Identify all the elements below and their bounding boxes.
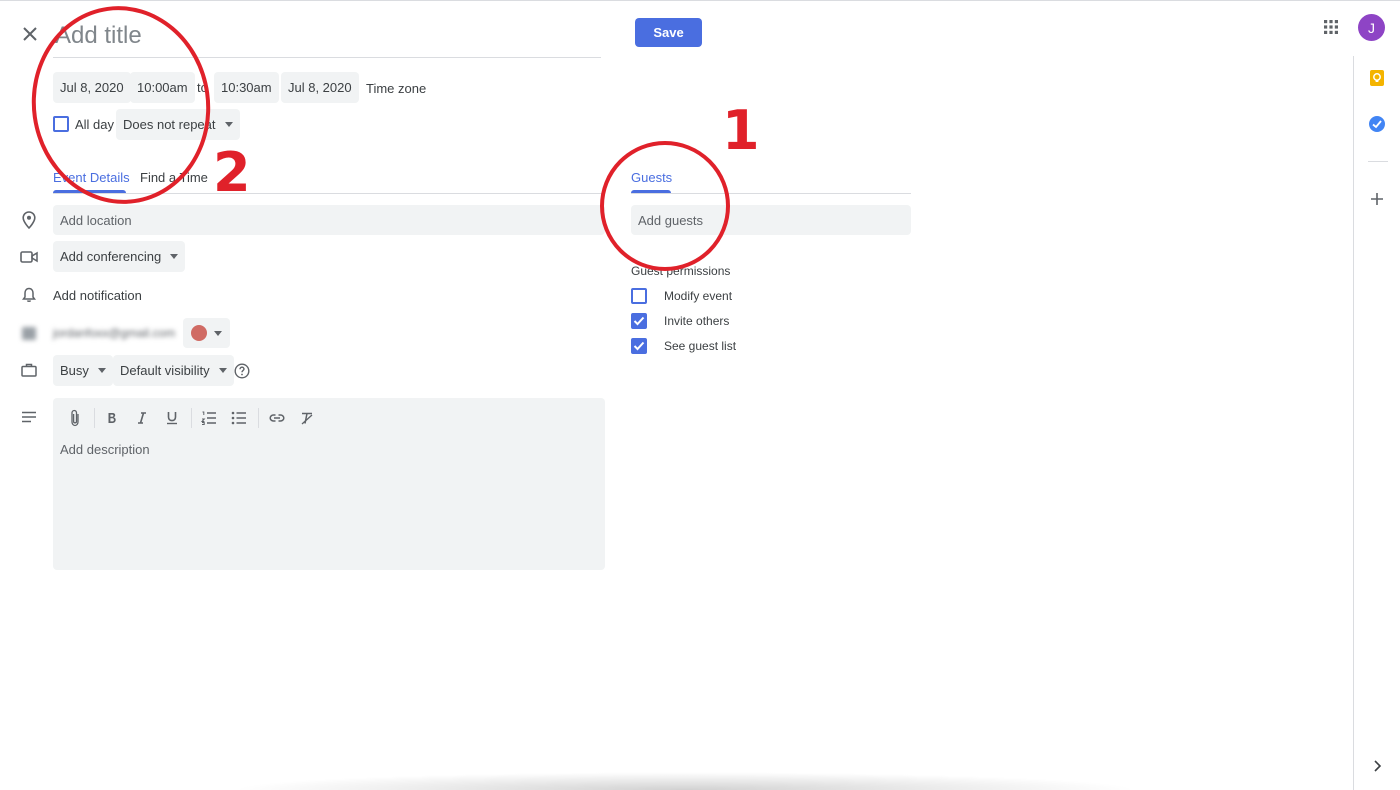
all-day-label: All day — [75, 117, 115, 132]
remove-formatting-icon[interactable] — [295, 406, 319, 430]
description-input[interactable] — [53, 438, 605, 568]
avatar[interactable]: J — [1358, 14, 1385, 41]
caret-down-icon — [214, 330, 222, 336]
toolbar-separator — [258, 408, 259, 428]
invite-others-checkbox[interactable] — [631, 313, 647, 329]
location-pin-icon — [19, 210, 39, 230]
end-date-chip[interactable]: Jul 8, 2020 — [281, 72, 359, 103]
annotation-number-1: 1 — [722, 99, 760, 162]
start-date-chip[interactable]: Jul 8, 2020 — [53, 72, 131, 103]
timezone-link[interactable]: Time zone — [366, 81, 426, 96]
keep-icon[interactable] — [1367, 68, 1387, 88]
rail-divider — [1368, 161, 1388, 162]
to-label: to — [197, 80, 208, 95]
top-border — [0, 0, 1400, 1]
description-editor — [53, 398, 605, 570]
apps-grid-icon[interactable] — [1320, 16, 1342, 38]
add-guests-input[interactable] — [631, 205, 911, 235]
caret-down-icon — [224, 122, 233, 127]
tab-guests[interactable]: Guests — [631, 170, 672, 185]
tab-event-details[interactable]: Event Details — [53, 170, 130, 185]
bulleted-list-icon[interactable] — [227, 406, 251, 430]
close-icon[interactable] — [14, 18, 46, 50]
guest-permissions-heading: Guest permissions — [631, 264, 731, 278]
event-color-dropdown[interactable] — [183, 318, 230, 348]
briefcase-icon — [19, 360, 39, 380]
conferencing-label: Add conferencing — [60, 249, 162, 264]
all-day-checkbox[interactable] — [53, 116, 69, 132]
tab-find-time[interactable]: Find a Time — [140, 170, 208, 185]
location-input[interactable] — [53, 205, 605, 235]
notes-icon — [19, 407, 39, 427]
caret-down-icon — [170, 254, 179, 259]
tasks-icon[interactable] — [1367, 114, 1387, 134]
see-guest-list-label: See guest list — [664, 339, 737, 353]
save-button[interactable]: Save — [635, 18, 702, 47]
caret-down-icon — [218, 368, 227, 373]
visibility-label: Default visibility — [120, 363, 210, 378]
checkmark-icon — [633, 341, 645, 351]
underline-icon[interactable] — [160, 406, 184, 430]
modify-event-checkbox[interactable] — [631, 288, 647, 304]
caret-down-icon — [97, 368, 106, 373]
end-time-chip[interactable]: 10:30am — [214, 72, 279, 103]
annotation-number-2: 2 — [213, 141, 251, 204]
video-camera-icon — [19, 247, 39, 267]
link-icon[interactable] — [265, 406, 289, 430]
chevron-right-icon[interactable] — [1367, 756, 1387, 776]
visibility-dropdown[interactable]: Default visibility — [113, 355, 234, 386]
event-color-swatch — [191, 325, 207, 341]
bell-icon — [19, 285, 39, 305]
repeat-label: Does not repeat — [123, 117, 216, 132]
invite-others-label: Invite others — [664, 314, 730, 328]
repeat-dropdown[interactable]: Does not repeat — [116, 109, 240, 140]
modify-event-label: Modify event — [664, 289, 733, 303]
availability-dropdown[interactable]: Busy — [53, 355, 113, 386]
availability-label: Busy — [60, 363, 89, 378]
start-time-chip[interactable]: 10:00am — [130, 72, 195, 103]
italic-icon[interactable] — [130, 406, 154, 430]
side-panel-rail — [1353, 56, 1400, 790]
title-input[interactable] — [53, 14, 601, 58]
bold-icon[interactable] — [100, 406, 124, 430]
toolbar-separator — [94, 408, 95, 428]
add-addon-icon[interactable] — [1367, 189, 1387, 209]
numbered-list-icon[interactable] — [197, 406, 221, 430]
tabs-divider — [53, 193, 605, 194]
calendar-icon — [19, 323, 39, 343]
bottom-shadow — [230, 772, 1140, 790]
help-icon[interactable] — [232, 361, 252, 381]
see-guest-list-checkbox[interactable] — [631, 338, 647, 354]
toolbar-separator — [191, 408, 192, 428]
add-notification-link[interactable]: Add notification — [53, 288, 142, 303]
guests-divider — [631, 193, 911, 194]
attachment-icon[interactable] — [63, 406, 87, 430]
conferencing-dropdown[interactable]: Add conferencing — [53, 241, 186, 272]
checkmark-icon — [633, 316, 645, 326]
calendar-account-label: jordanfoxx@gmail.com — [53, 326, 176, 340]
